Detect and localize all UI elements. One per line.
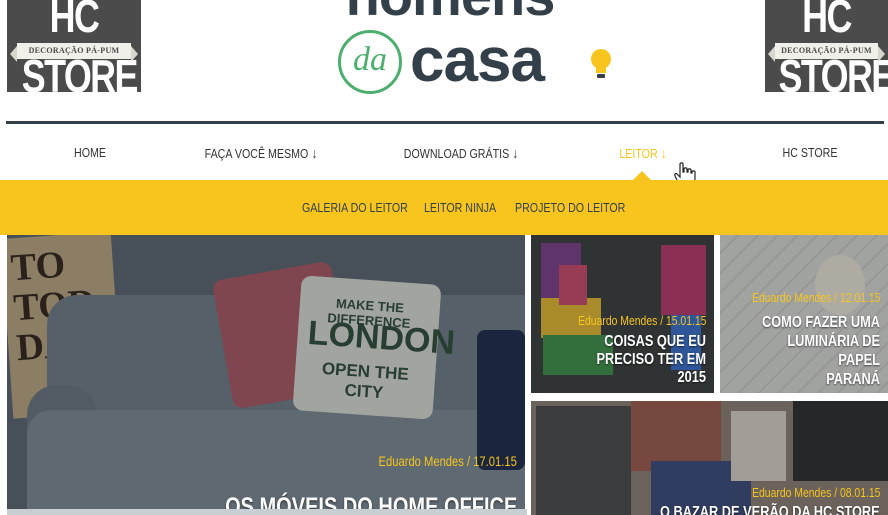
lightbulb-icon (591, 49, 611, 78)
subnav-item-projeto-do-leitor[interactable]: PROJETO DO LEITOR (515, 180, 625, 235)
logo-word-homens: homens (280, 0, 620, 26)
site-logo[interactable]: homens da casa (270, 0, 630, 100)
main-nav: HOME FAÇA VOCÊ MESMO ↓ DOWNLOAD GRÁTIS ↓ L… (0, 124, 888, 180)
hc-store-ad-left[interactable]: HC STORE DECORAÇÃO PÁ-PUM (7, 0, 141, 92)
nav-item-label: HC STORE (782, 145, 838, 160)
nav-item-label: LEITOR (619, 146, 658, 161)
post-card-coisas[interactable]: Eduardo Mendes / 15.01.15 COISAS QUE EU … (531, 235, 714, 393)
subnav-item-leitor-ninja[interactable]: LEITOR NINJA (424, 180, 496, 235)
arrow-down-icon: ↓ (512, 145, 519, 161)
post-title-line: LUMINÁRIA DE PAPEL (787, 333, 880, 369)
footer-strip (7, 509, 527, 515)
hc-store-ad-right[interactable]: HC STORE DECORAÇÃO PÁ-PUM (765, 0, 888, 92)
post-title-line: COISAS QUE EU (604, 333, 706, 350)
site-header: HC STORE DECORAÇÃO PÁ-PUM homens da casa… (0, 0, 888, 122)
nav-item-faca-voce-mesmo[interactable]: FAÇA VOCÊ MESMO ↓ (200, 124, 323, 180)
post-title[interactable]: COMO FAZER UMA LUMINÁRIA DE PAPEL PARANÁ (752, 313, 880, 389)
nav-item-download-gratis[interactable]: DOWNLOAD GRÁTIS ↓ (400, 124, 523, 180)
post-meta[interactable]: Eduardo Mendes / 17.01.15 (379, 453, 517, 469)
post-title[interactable]: COISAS QUE EU PRECISO TER EM 2015 (566, 333, 706, 387)
active-menu-caret (633, 171, 651, 180)
nav-item-home[interactable]: HOME (49, 124, 131, 180)
logo-word-da: da (338, 30, 402, 94)
arrow-down-icon: ↓ (311, 145, 318, 161)
ad-tagline: DECORAÇÃO PÁ-PUM (10, 43, 138, 62)
post-title[interactable]: O BAZAR DE VERÃO DA HC STORE (660, 504, 880, 515)
nav-item-label: HOME (74, 145, 106, 160)
post-meta[interactable]: Eduardo Mendes / 08.01.15 (752, 485, 880, 500)
post-title-line: PARANÁ (826, 371, 880, 388)
nav-item-label: DOWNLOAD GRÁTIS (403, 146, 510, 161)
post-meta[interactable]: Eduardo Mendes / 12.01.15 (752, 290, 880, 305)
post-title-line: COMO FAZER UMA (761, 314, 880, 331)
image-overlay (7, 235, 525, 515)
subnav-item-galeria-do-leitor[interactable]: GALERIA DO LEITOR (302, 180, 408, 235)
featured-post-card[interactable]: TO TOD DAY MAKE THE DIFFERENCE LONDON OP… (7, 235, 525, 515)
post-card-luminaria[interactable]: Eduardo Mendes / 12.01.15 COMO FAZER UMA… (720, 235, 888, 393)
post-meta[interactable]: Eduardo Mendes / 15.01.15 (578, 313, 706, 328)
post-card-bazar[interactable]: Eduardo Mendes / 08.01.15 O BAZAR DE VER… (531, 401, 888, 515)
nav-item-label: FAÇA VOCÊ MESMO (204, 146, 309, 161)
ad-tagline: DECORAÇÃO PÁ-PUM (768, 43, 885, 62)
sub-nav: GALERIA DO LEITOR LEITOR NINJA PROJETO D… (0, 180, 888, 235)
post-title-line: PRECISO TER EM 2015 (596, 351, 706, 386)
nav-item-hc-store[interactable]: HC STORE (769, 124, 851, 180)
arrow-down-icon: ↓ (660, 145, 667, 161)
logo-word-casa: casa (410, 26, 545, 95)
